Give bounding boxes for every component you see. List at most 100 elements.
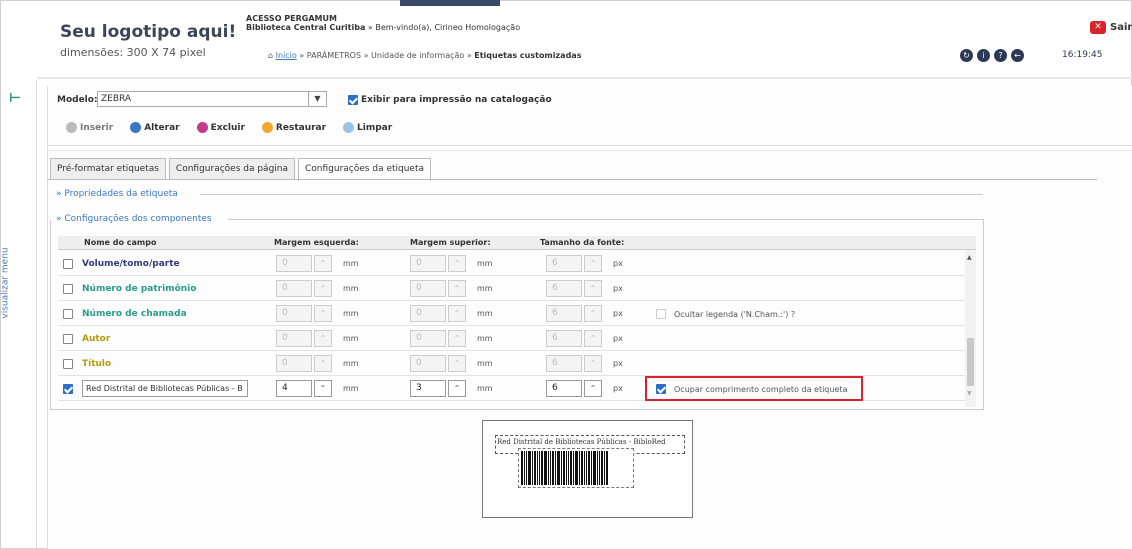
table-scrollbar[interactable]: ▲ ▼ (965, 250, 976, 407)
breadcrumb-home-link[interactable]: Início (276, 51, 297, 60)
alterar-button[interactable]: Alterar (130, 122, 180, 133)
preview-text: Red Distrital de Bibliotecas Públicas - … (497, 438, 666, 446)
scroll-up-icon[interactable]: ▲ (967, 254, 972, 261)
table-row: Número de patrimônio 0 ⌃ mm 0 ⌃ mm 6 ⌃ px (58, 277, 965, 301)
propriedades-section[interactable]: » Propriedades da etiqueta (56, 189, 178, 199)
tamanho-fonte-stepper[interactable]: ⌃ (584, 380, 602, 397)
margem-superior-stepper[interactable]: ⌃ (448, 330, 466, 347)
margem-esquerda-input[interactable]: 0 (276, 305, 312, 322)
field-name: Título (82, 359, 112, 369)
barcode-bar (575, 451, 578, 485)
margem-superior-stepper[interactable]: ⌃ (448, 305, 466, 322)
row-checkbox[interactable] (63, 384, 73, 394)
margem-esquerda-input[interactable]: 4 (276, 380, 312, 397)
barcode-bar (597, 451, 598, 485)
extra-option[interactable]: Ocultar legenda ('N.Cham.:') ? (656, 309, 795, 319)
componentes-section[interactable]: » Configurações dos componentes (56, 214, 215, 224)
tab-bar: Pré-formatar etiquetas Configurações da … (50, 158, 434, 181)
margem-esquerda-stepper[interactable]: ⌃ (314, 280, 332, 297)
field-name: Volume/tomo/parte (82, 259, 180, 269)
unit-px: px (613, 334, 623, 343)
scroll-down-icon[interactable]: ▼ (967, 390, 972, 397)
barcode-bar (586, 451, 587, 485)
margem-superior-input[interactable]: 0 (410, 330, 446, 347)
barcode-bar (541, 451, 543, 485)
margem-superior-input[interactable]: 3 (410, 380, 446, 397)
barcode-image (518, 448, 634, 488)
tamanho-fonte-stepper[interactable]: ⌃ (584, 330, 602, 347)
row-checkbox[interactable] (63, 359, 73, 369)
help-icon[interactable]: i (977, 49, 990, 62)
tamanho-fonte-stepper[interactable]: ⌃ (584, 280, 602, 297)
inserir-button[interactable]: Inserir (66, 122, 113, 133)
barcode-bar (573, 451, 574, 485)
limpar-button[interactable]: Limpar (343, 122, 392, 133)
barcode-bar (528, 451, 531, 485)
margem-esquerda-input[interactable]: 0 (276, 280, 312, 297)
tab-config-pagina[interactable]: Configurações da página (168, 158, 296, 179)
exit-button[interactable]: ✕ Sair (1090, 21, 1132, 34)
margem-superior-input[interactable]: 0 (410, 255, 446, 272)
restaurar-button[interactable]: Restaurar (261, 122, 326, 133)
barcode-bar (606, 451, 608, 485)
barcode-bar (593, 451, 596, 485)
tamanho-fonte-input[interactable]: 6 (546, 355, 582, 372)
tamanho-fonte-stepper[interactable]: ⌃ (584, 255, 602, 272)
row-checkbox[interactable] (63, 259, 73, 269)
margem-esquerda-stepper[interactable]: ⌃ (314, 380, 332, 397)
margem-superior-input[interactable]: 0 (410, 280, 446, 297)
barcode-bar (552, 451, 554, 485)
tab-pre-formatar[interactable]: Pré-formatar etiquetas (50, 158, 166, 179)
visualizar-menu-toggle[interactable]: visualizar menu (0, 238, 34, 338)
question-icon[interactable]: ? (994, 49, 1007, 62)
tamanho-fonte-input[interactable]: 6 (546, 280, 582, 297)
excluir-button[interactable]: Excluir (196, 122, 245, 133)
margem-esquerda-input[interactable]: 0 (276, 330, 312, 347)
tamanho-fonte-input[interactable]: 6 (546, 380, 582, 397)
margem-esquerda-input[interactable]: 0 (276, 355, 312, 372)
margem-esquerda-stepper[interactable]: ⌃ (314, 305, 332, 322)
excluir-label: Excluir (210, 122, 245, 133)
margem-superior-input[interactable]: 0 (410, 305, 446, 322)
table-row: Volume/tomo/parte 0 ⌃ mm 0 ⌃ mm 6 ⌃ px (58, 252, 965, 276)
row-checkbox[interactable] (63, 334, 73, 344)
unit-mm: mm (343, 284, 359, 293)
exibir-checkbox[interactable]: Exibir para impressão na catalogação (348, 95, 552, 105)
unit-mm: mm (477, 284, 493, 293)
unit-mm: mm (343, 334, 359, 343)
divider (47, 145, 1132, 146)
library-name: Biblioteca Central Curitiba (246, 23, 366, 32)
tamanho-fonte-stepper[interactable]: ⌃ (584, 355, 602, 372)
scroll-thumb[interactable] (967, 338, 974, 386)
margem-superior-stepper[interactable]: ⌃ (448, 380, 466, 397)
margem-superior-stepper[interactable]: ⌃ (448, 355, 466, 372)
tamanho-fonte-input[interactable]: 6 (546, 330, 582, 347)
margem-superior-stepper[interactable]: ⌃ (448, 280, 466, 297)
tab-config-etiqueta[interactable]: Configurações da etiqueta (298, 158, 432, 181)
tamanho-fonte-input[interactable]: 6 (546, 305, 582, 322)
margem-superior-stepper[interactable]: ⌃ (448, 255, 466, 272)
margem-esquerda-stepper[interactable]: ⌃ (314, 355, 332, 372)
expand-sidebar-icon[interactable]: ⊢ (9, 91, 21, 106)
refresh-icon[interactable]: ↻ (960, 49, 973, 62)
field-name-input[interactable]: Red Distrital de Bibliotecas Públicas - … (82, 380, 248, 397)
breadcrumb: ⌂ Início » PARÂMETROS » Unidade de infor… (268, 51, 581, 60)
margem-esquerda-stepper[interactable]: ⌃ (314, 255, 332, 272)
tamanho-fonte-input[interactable]: 6 (546, 255, 582, 272)
tamanho-fonte-stepper[interactable]: ⌃ (584, 305, 602, 322)
alterar-label: Alterar (144, 122, 180, 133)
table-row: Número de chamada 0 ⌃ mm 0 ⌃ mm 6 ⌃ px Ocultar leg… (58, 302, 965, 326)
margem-superior-input[interactable]: 0 (410, 355, 446, 372)
barcode-bar (561, 451, 562, 485)
extra-checkbox[interactable] (656, 309, 666, 319)
modelo-select[interactable]: ZEBRA ▼ (97, 91, 327, 107)
row-checkbox[interactable] (63, 309, 73, 319)
modelo-value: ZEBRA (101, 94, 132, 104)
checkbox-icon (348, 95, 358, 105)
barcode-bar (521, 451, 523, 485)
margem-esquerda-stepper[interactable]: ⌃ (314, 330, 332, 347)
back-icon[interactable]: ← (1011, 49, 1024, 62)
row-checkbox[interactable] (63, 284, 73, 294)
barcode-bar (524, 451, 525, 485)
margem-esquerda-input[interactable]: 0 (276, 255, 312, 272)
